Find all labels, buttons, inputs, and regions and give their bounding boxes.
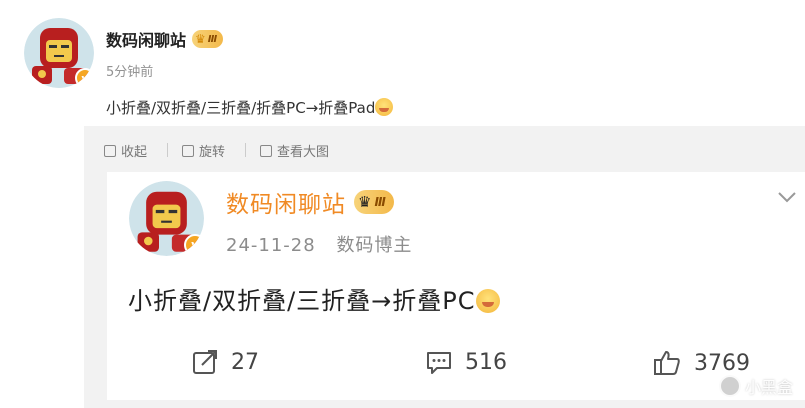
like-icon [654,351,680,375]
card-header: v 数码闲聊站 ♛ Ⅲ 24-11-28 数码博主 [129,181,412,257]
view-large-icon [260,144,273,157]
watermark: 小黑盒 [718,374,793,398]
rotate-label: 旋转 [199,145,226,160]
image-toolbar: 收起 旋转 查看大图 [104,141,349,160]
card-text-content: 小折叠/双折叠/三折叠→折叠PC [128,287,476,315]
verified-badge: v [75,68,94,88]
view-large-label: 查看大图 [277,145,330,160]
comment-button[interactable]: 516 [425,348,507,376]
card-action-bar: 27 516 3769 [0,348,805,388]
divider [167,143,169,157]
card-level-text: Ⅲ [374,195,386,209]
comment-icon [427,352,451,374]
verified-badge: v [184,234,204,256]
divider [245,143,247,157]
view-large-button[interactable]: 查看大图 [260,141,329,160]
watermark-logo-icon [718,375,741,397]
post-text: 小折叠/双折叠/三折叠/折叠PC→折叠Pad [106,97,394,118]
emoji-icon [375,98,394,116]
card-avatar[interactable]: v [129,181,204,256]
crown-icon: ♛ [358,193,372,211]
post-header: v 数码闲聊站 ♛ Ⅲ 5分钟前 [24,18,224,88]
share-icon [193,350,217,374]
rotate-icon [182,144,195,157]
chevron-down-icon[interactable] [776,186,798,208]
share-button[interactable]: 27 [191,348,259,376]
post-time: 5分钟前 [106,65,154,80]
card-username[interactable]: 数码闲聊站 [226,185,346,219]
rotate-button[interactable]: 旋转 [182,141,225,160]
level-badge[interactable]: ♛ Ⅲ [192,30,224,48]
card-post-text: 小折叠/双折叠/三折叠→折叠PC [128,281,500,316]
level-text: Ⅲ [207,33,218,45]
card-role: 数码博主 [336,235,413,256]
collapse-button[interactable]: 收起 [104,141,147,160]
post-text-content: 小折叠/双折叠/三折叠/折叠PC→折叠Pad [106,99,376,117]
comment-count: 516 [465,349,507,375]
card-level-badge[interactable]: ♛ Ⅲ [354,190,394,214]
collapse-icon [104,144,116,157]
like-count: 3769 [694,350,750,376]
card-date: 24-11-28 [226,235,316,256]
crown-icon: ♛ [195,32,206,46]
avatar[interactable]: v [24,18,94,88]
share-count: 27 [231,349,259,375]
watermark-text: 小黑盒 [744,378,793,397]
collapse-label: 收起 [121,145,148,160]
emoji-icon [475,289,500,313]
username[interactable]: 数码闲聊站 [106,27,186,51]
